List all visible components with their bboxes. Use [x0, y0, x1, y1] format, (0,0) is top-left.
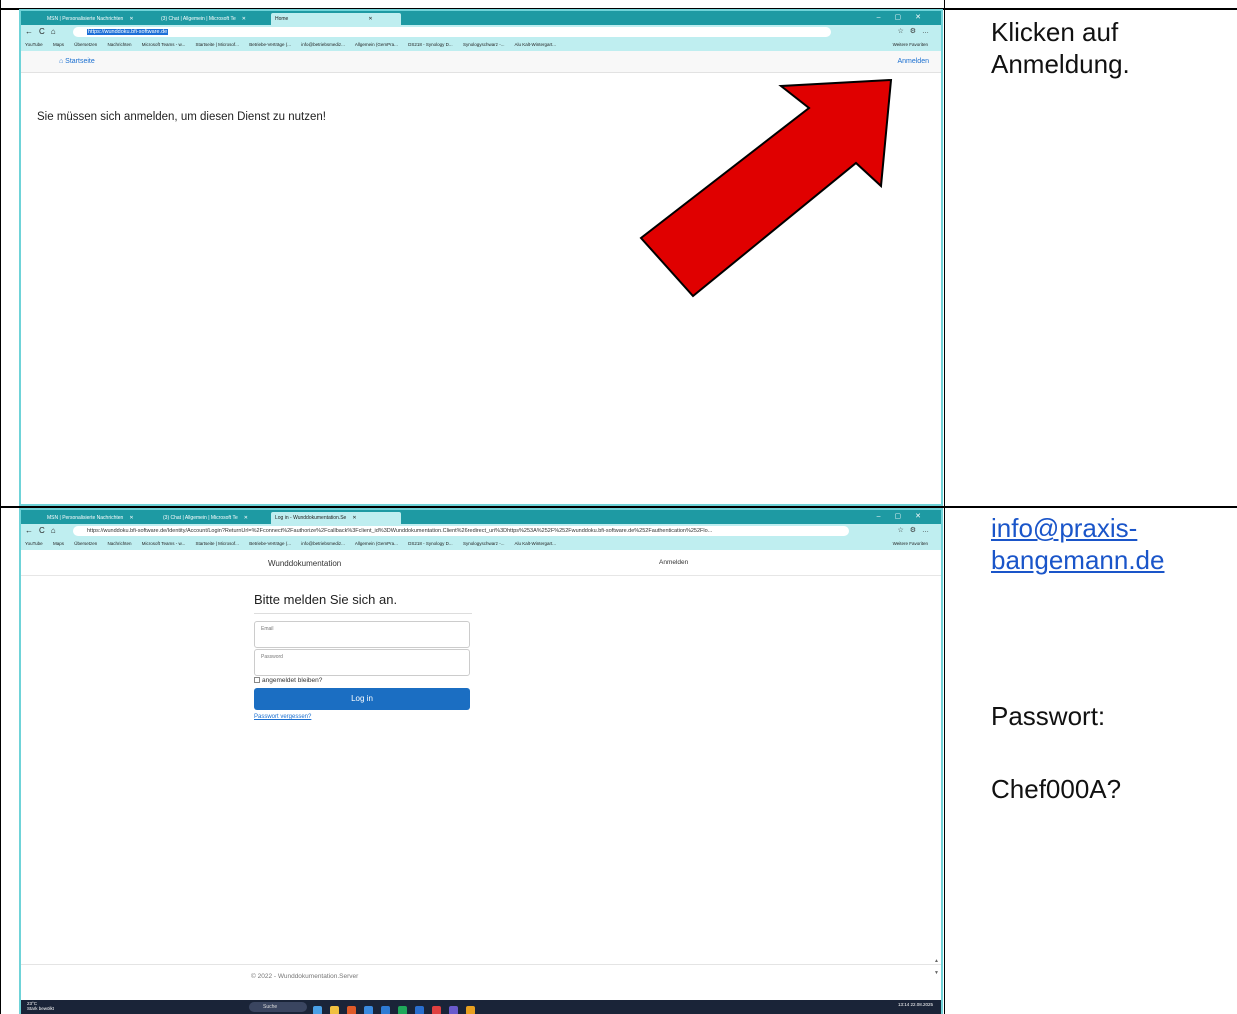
- bookmark-item[interactable]: Maps: [53, 42, 64, 47]
- bookmark-item[interactable]: Microsoft Teams - w...: [142, 541, 185, 546]
- url-input[interactable]: https://wunddoku.bfi-software.de: [73, 27, 831, 37]
- page-footer: © 2022 - Wunddokumentation.Server: [21, 964, 941, 990]
- email-field[interactable]: Email: [254, 621, 470, 648]
- bookmark-item[interactable]: info@betriebsmediz...: [301, 42, 345, 47]
- bookmark-item[interactable]: Microsoft Teams - w...: [142, 42, 185, 47]
- more-favorites[interactable]: Weitere Favoriten: [893, 42, 928, 47]
- app-icon[interactable]: [364, 1006, 373, 1014]
- table-column-divider: [944, 0, 945, 1014]
- bookmark-item[interactable]: Nachrichten: [108, 42, 132, 47]
- email-link-part2[interactable]: bangemann.de: [991, 545, 1164, 575]
- more-favorites[interactable]: Weitere Favoriten: [893, 541, 928, 546]
- remember-checkbox[interactable]: [254, 677, 260, 684]
- document-table: MSN | Personalisierte Nachrichten ✕ (3) C…: [0, 0, 1237, 1014]
- tab-msn[interactable]: MSN | Personalisierte Nachrichten ✕: [43, 13, 153, 25]
- browser-tab-bar: MSN | Personalisierte Nachrichten ✕ (3) C…: [21, 11, 941, 25]
- taskbar-apps: [313, 1002, 483, 1014]
- login-required-message: Sie müssen sich anmelden, um diesen Dien…: [37, 111, 326, 123]
- bookmark-item[interactable]: Übersetzen: [74, 541, 97, 546]
- bookmark-item[interactable]: YouTube: [25, 42, 43, 47]
- bookmark-item[interactable]: info@betriebsmediz...: [301, 541, 345, 546]
- bookmarks-bar: YouTube Maps Übersetzen Nachrichten Micr…: [21, 538, 941, 550]
- tab-login[interactable]: Log in - Wunddokumentation.Se ✕: [271, 512, 401, 524]
- browser-tab-bar: MSN | Personalisierte Nachrichten ✕ (3) C…: [21, 510, 941, 524]
- password-placeholder: Password: [261, 654, 283, 660]
- bookmark-item[interactable]: Startseite | Microsof...: [196, 541, 239, 546]
- nav-buttons[interactable]: ←C⌂: [25, 27, 62, 36]
- app-icon[interactable]: [432, 1006, 441, 1014]
- bookmark-item[interactable]: Synologyschwarz -...: [463, 42, 505, 47]
- instruction-note: Klicken auf Anmeldung.: [991, 16, 1130, 80]
- address-bar: ←C⌂ https://wunddoku.bfi-software.de/Ide…: [21, 524, 941, 538]
- nav-buttons[interactable]: ←C⌂: [25, 526, 62, 535]
- bookmark-item[interactable]: Allgemein (GemPra...: [355, 42, 398, 47]
- arrow-shape: [639, 78, 893, 298]
- bookmark-item[interactable]: Synologyschwarz -...: [463, 541, 505, 546]
- note-line: Klicken auf: [991, 17, 1119, 47]
- bookmark-item[interactable]: Betriebe-Verträge (...: [249, 42, 291, 47]
- app-icon[interactable]: [415, 1006, 424, 1014]
- forgot-password-link[interactable]: Passwort vergessen?: [254, 714, 472, 720]
- bookmark-item[interactable]: DS218 - Synology D...: [408, 42, 453, 47]
- browser-tools[interactable]: ☆⚙…: [897, 526, 935, 534]
- email-note: info@praxis- bangemann.de: [991, 512, 1164, 576]
- home-link[interactable]: ⌂ Startseite: [59, 58, 95, 65]
- password-field[interactable]: Password: [254, 649, 470, 676]
- bookmarks-bar: YouTube Maps Übersetzen Nachrichten Micr…: [21, 39, 941, 51]
- red-arrow-annotation: [639, 78, 893, 298]
- email-link-part1[interactable]: info@praxis-: [991, 513, 1137, 543]
- app-icon[interactable]: [347, 1006, 356, 1014]
- app-navbar: ⌂ Startseite Anmelden: [21, 51, 941, 73]
- weather-widget[interactable]: 23°C Stark bewölkt: [27, 1001, 54, 1011]
- tab-teams[interactable]: (3) Chat | Allgemein | Microsoft Te ✕: [157, 13, 265, 25]
- windows-taskbar: 23°C Stark bewölkt Suche 13:14 22.08.2025: [21, 1000, 941, 1014]
- system-tray[interactable]: 13:14 22.08.2025: [898, 1002, 933, 1007]
- bookmark-item[interactable]: Übersetzen: [74, 42, 97, 47]
- bookmark-item[interactable]: Allgemein (GemPra...: [355, 541, 398, 546]
- bookmark-item[interactable]: Startseite | Microsof...: [196, 42, 239, 47]
- window-controls[interactable]: –▢✕: [877, 13, 935, 21]
- login-button[interactable]: Log in: [254, 688, 470, 710]
- app-icon[interactable]: [466, 1006, 475, 1014]
- brand-link[interactable]: Wunddokumentation: [268, 559, 341, 568]
- taskbar-search[interactable]: Suche: [249, 1002, 307, 1012]
- app-navbar: Wunddokumentation Anmelden: [21, 550, 941, 576]
- window-controls[interactable]: –▢✕: [877, 512, 935, 520]
- email-placeholder: Email: [261, 626, 274, 632]
- login-link[interactable]: Anmelden: [659, 559, 688, 566]
- password-label: Passwort:: [991, 701, 1106, 731]
- bookmark-item[interactable]: Maps: [53, 541, 64, 546]
- tab-home[interactable]: Home ✕: [271, 13, 401, 25]
- bookmark-item[interactable]: DS218 - Synology D...: [408, 541, 453, 546]
- app-icon[interactable]: [449, 1006, 458, 1014]
- app-icon[interactable]: [398, 1006, 407, 1014]
- app-icon[interactable]: [313, 1006, 322, 1014]
- tab-teams[interactable]: (3) Chat | Allgemein | Microsoft Te ✕: [159, 512, 267, 524]
- remember-label: angemeldet bleiben?: [262, 677, 323, 684]
- bookmark-item[interactable]: Betriebe-Verträge (...: [249, 541, 291, 546]
- bookmark-item[interactable]: Nachrichten: [108, 541, 132, 546]
- screenshot-login-page: MSN | Personalisierte Nachrichten ✕ (3) C…: [19, 508, 943, 1014]
- bookmark-item[interactable]: Alu Kalt-Wintergart...: [514, 42, 556, 47]
- app-icon[interactable]: [381, 1006, 390, 1014]
- url-input[interactable]: https://wunddoku.bfi-software.de/Identit…: [73, 526, 849, 536]
- scrollbar[interactable]: ▲ ▼: [934, 958, 939, 976]
- login-heading: Bitte melden Sie sich an.: [254, 592, 472, 614]
- note-line: Anmeldung.: [991, 49, 1130, 79]
- bookmark-item[interactable]: Alu Kalt-Wintergart...: [514, 541, 556, 546]
- bookmark-item[interactable]: YouTube: [25, 541, 43, 546]
- tab-msn[interactable]: MSN | Personalisierte Nachrichten ✕: [43, 512, 155, 524]
- password-value: Chef000A?: [991, 774, 1122, 804]
- browser-tools[interactable]: ☆⚙…: [897, 27, 935, 35]
- address-bar: ←C⌂ https://wunddoku.bfi-software.de ☆⚙…: [21, 25, 941, 39]
- login-form: Bitte melden Sie sich an. Email Password…: [254, 592, 472, 720]
- remember-me[interactable]: angemeldet bleiben?: [254, 677, 472, 684]
- app-icon[interactable]: [330, 1006, 339, 1014]
- login-link[interactable]: Anmelden: [897, 58, 929, 65]
